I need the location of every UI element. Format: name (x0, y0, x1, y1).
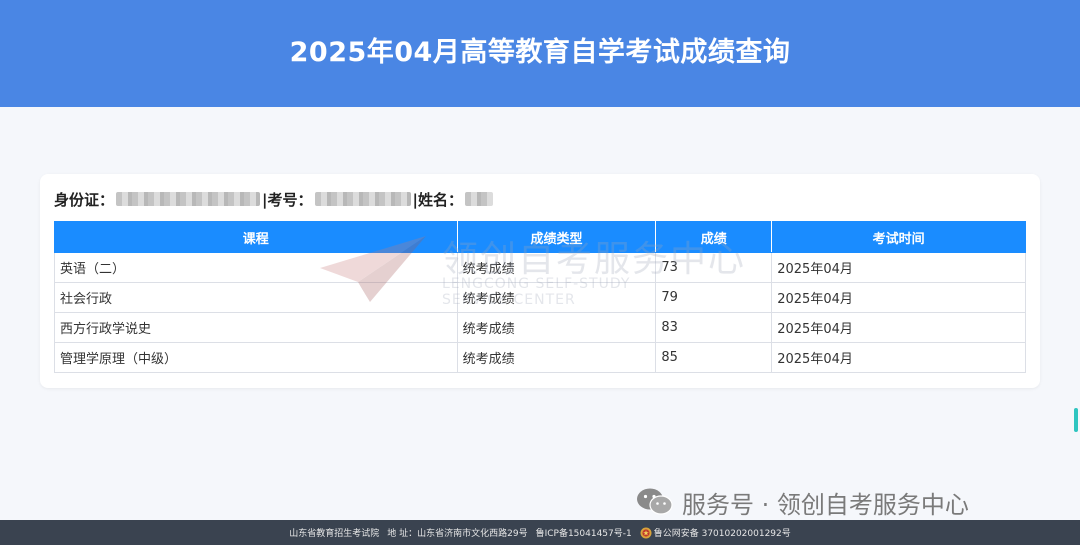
score-type-cell: 统考成绩 (456, 342, 657, 373)
header-exam-time: 考试时间 (771, 221, 1026, 253)
police-badge-icon (640, 527, 652, 539)
score-cell: 79 (655, 282, 773, 313)
score-type-cell: 统考成绩 (456, 252, 657, 283)
wechat-icon (637, 488, 673, 515)
page-header: 2025年04月高等教育自学考试成绩查询 (0, 0, 1080, 107)
exam-time-cell: 2025年04月 (771, 342, 1026, 373)
name-label: |姓名： (412, 190, 463, 209)
id-label: 身份证： (54, 190, 115, 209)
wechat-service-mark: 服务号 · 领创自考服务中心 (636, 482, 969, 522)
score-cell: 73 (655, 252, 773, 283)
table-row: 管理学原理（中级） 统考成绩 85 2025年04月 (54, 342, 1026, 373)
table-row: 社会行政 统考成绩 79 2025年04月 (54, 282, 1026, 313)
score-type-cell: 统考成绩 (456, 282, 657, 313)
page-footer: 山东省教育招生考试院 地 址：山东省济南市文化西路29号 鲁ICP备150414… (0, 520, 1080, 545)
footer-address: 地 址：山东省济南市文化西路29号 (387, 529, 528, 539)
course-cell: 管理学原理（中级） (54, 342, 458, 373)
footer-police-text: 鲁公网安备 37010202001292号 (653, 528, 791, 539)
footer-police-record[interactable]: 鲁公网安备 37010202001292号 (640, 526, 791, 540)
result-card: 身份证： |考号： |姓名： 课程 成绩类型 成绩 考试时间 英语（二） 统考成… (40, 174, 1040, 388)
footer-icp-link[interactable]: 鲁ICP备15041457号-1 (536, 526, 632, 539)
footer-org: 山东省教育招生考试院 (289, 529, 380, 539)
course-cell: 英语（二） (54, 252, 458, 283)
table-row: 英语（二） 统考成绩 73 2025年04月 (54, 252, 1026, 283)
header-score-type: 成绩类型 (456, 221, 657, 253)
exam-time-cell: 2025年04月 (771, 282, 1026, 313)
side-tab-indicator[interactable] (1074, 408, 1078, 432)
score-cell: 83 (655, 312, 773, 343)
candidate-info: 身份证： |考号： |姓名： (54, 188, 495, 210)
course-cell: 社会行政 (54, 282, 458, 313)
exam-number-label: |考号： (262, 190, 313, 209)
table-row: 西方行政学说史 统考成绩 83 2025年04月 (54, 312, 1026, 343)
exam-time-cell: 2025年04月 (771, 312, 1026, 343)
course-cell: 西方行政学说史 (54, 312, 458, 343)
header-score: 成绩 (655, 221, 773, 253)
name-redacted (464, 192, 493, 206)
score-cell: 85 (655, 342, 773, 373)
id-redacted (116, 192, 261, 206)
score-type-cell: 统考成绩 (456, 312, 657, 343)
page-title: 2025年04月高等教育自学考试成绩查询 (289, 37, 791, 68)
header-course: 课程 (54, 221, 458, 253)
table-header-row: 课程 成绩类型 成绩 考试时间 (54, 221, 1026, 253)
score-table: 课程 成绩类型 成绩 考试时间 英语（二） 统考成绩 73 2025年04月 社… (54, 221, 1026, 373)
exam-time-cell: 2025年04月 (771, 252, 1026, 283)
wechat-label: 服务号 · 领创自考服务中心 (682, 490, 969, 519)
exam-number-redacted (314, 192, 411, 206)
